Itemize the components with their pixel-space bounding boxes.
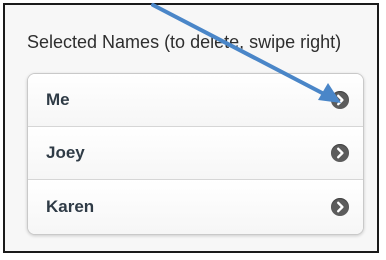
list-item-label: Me xyxy=(46,90,70,109)
chevron-right-circle-icon[interactable] xyxy=(331,144,349,162)
list-item-karen[interactable]: Karen xyxy=(28,180,363,234)
chevron-right-circle-icon[interactable] xyxy=(331,198,349,216)
list-item-joey[interactable]: Joey xyxy=(28,127,363,180)
list-item-label: Karen xyxy=(46,197,95,216)
screenshot-frame: Selected Names (to delete, swipe right) … xyxy=(3,3,379,253)
chevron-right-circle-icon[interactable] xyxy=(331,91,349,109)
selected-names-list: Me Joey Karen xyxy=(27,73,364,235)
section-heading: Selected Names (to delete, swipe right) xyxy=(27,32,342,52)
list-item-me[interactable]: Me xyxy=(28,74,363,127)
list-item-label: Joey xyxy=(46,143,85,162)
